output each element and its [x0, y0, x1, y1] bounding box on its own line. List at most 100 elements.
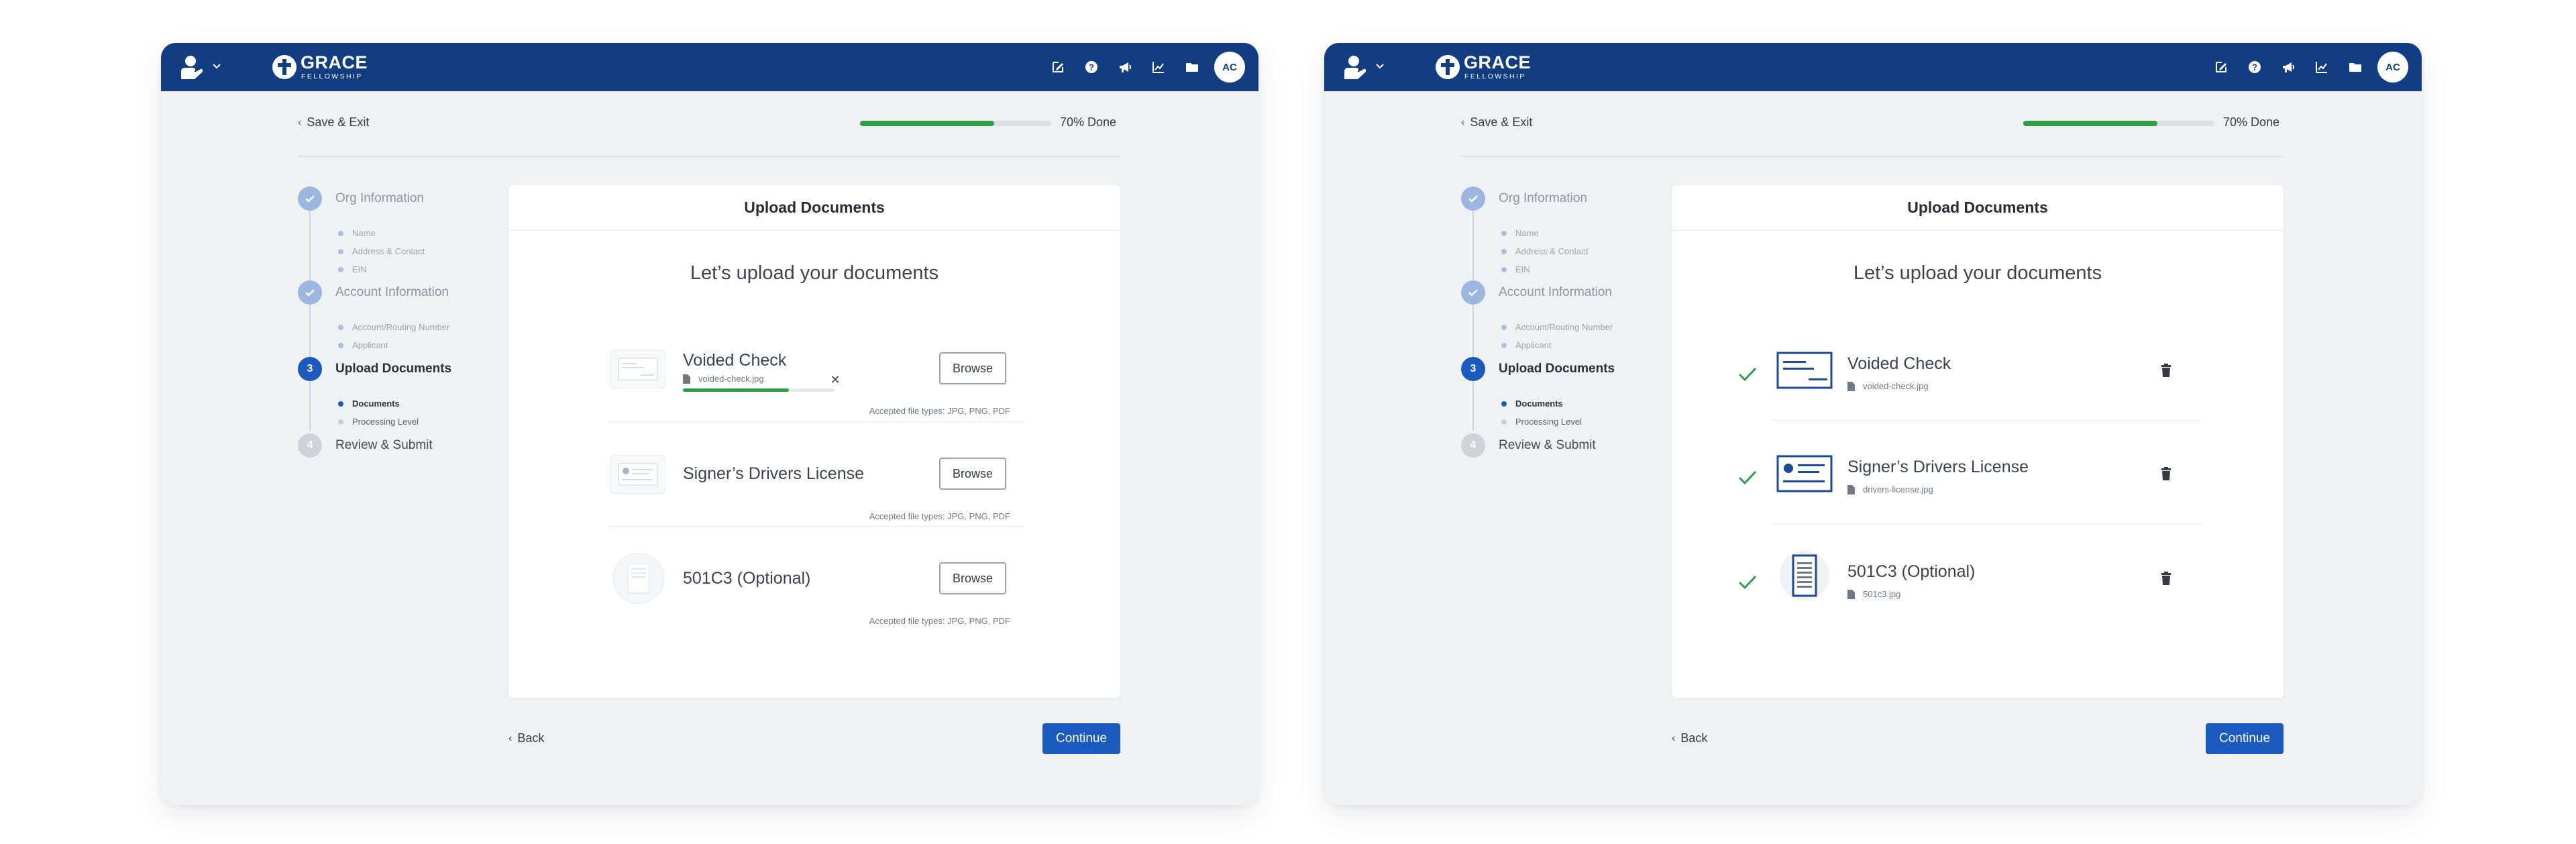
upload-progress-fill: [683, 388, 790, 392]
card-intro: Let’s upload your documents: [1853, 262, 2102, 284]
document-title: Voided Check: [1847, 354, 1951, 373]
back-button[interactable]: ‹ Back: [508, 731, 544, 745]
step-account-information[interactable]: Account Information: [298, 280, 449, 305]
step-account-information[interactable]: Account Information: [1461, 280, 1612, 305]
file-name-label: voided-check.jpg: [698, 374, 764, 384]
progress-fill: [2023, 121, 2157, 126]
step-upload-documents[interactable]: 3 Upload Documents: [298, 357, 451, 381]
svg-text:?: ?: [1089, 62, 1094, 72]
substep-label: Name: [352, 228, 376, 238]
step-label: Account Information: [335, 285, 449, 299]
megaphone-icon[interactable]: [1108, 51, 1142, 83]
step-org-information[interactable]: Org Information: [298, 187, 424, 211]
document-title: 501C3 (Optional): [1847, 562, 1976, 581]
substep-routing[interactable]: Account/Routing Number: [338, 322, 449, 332]
trash-icon[interactable]: [2160, 364, 2172, 377]
logo-subtitle: FELLOWSHIP: [1464, 72, 1526, 81]
row-divider: [1772, 420, 2202, 421]
browse-button[interactable]: Browse: [939, 458, 1006, 490]
step-number: 4: [1461, 433, 1485, 458]
substep-name[interactable]: Name: [1501, 228, 1539, 238]
substep-address[interactable]: Address & Contact: [1501, 246, 1588, 256]
cancel-upload-icon[interactable]: ✕: [829, 374, 841, 386]
step-upload-documents[interactable]: 3 Upload Documents: [1461, 357, 1615, 381]
step-label: Org Information: [1499, 191, 1587, 205]
megaphone-icon[interactable]: [2271, 51, 2305, 83]
step-org-information[interactable]: Org Information: [1461, 187, 1587, 211]
chevron-down-icon[interactable]: [1374, 60, 1386, 72]
substep-processing-level[interactable]: Processing Level: [338, 417, 419, 427]
logo-subtitle: FELLOWSHIP: [301, 72, 363, 81]
substep-applicant[interactable]: Applicant: [338, 340, 388, 350]
chart-icon[interactable]: [2305, 51, 2339, 83]
avatar[interactable]: AC: [1214, 52, 1245, 83]
edit-icon[interactable]: [1041, 51, 1075, 83]
substep-ein[interactable]: EIN: [338, 264, 367, 274]
substep-ein[interactable]: EIN: [1501, 264, 1530, 274]
folder-icon[interactable]: [1175, 51, 1209, 83]
step-label: Org Information: [335, 191, 424, 205]
step-number: 4: [298, 433, 322, 458]
file-name-label: drivers-license.jpg: [1863, 484, 1933, 494]
browse-button[interactable]: Browse: [939, 352, 1006, 384]
check-icon: [1461, 280, 1485, 305]
back-label: Back: [517, 731, 545, 745]
progress-label: 70% Done: [1060, 115, 1117, 129]
back-button[interactable]: ‹ Back: [1672, 731, 1707, 745]
logo-name: GRACE: [1464, 52, 1532, 72]
back-label: Back: [1680, 731, 1708, 745]
success-check-icon: [1738, 575, 1757, 590]
avatar[interactable]: AC: [2377, 52, 2408, 83]
substep-routing[interactable]: Account/Routing Number: [1501, 322, 1613, 332]
folder-icon[interactable]: [2339, 51, 2372, 83]
save-exit-label: Save & Exit: [307, 115, 370, 129]
substep-address[interactable]: Address & Contact: [338, 246, 425, 256]
user-hand-icon[interactable]: [1340, 54, 1367, 81]
file-name: drivers-license.jpg: [1847, 484, 1933, 494]
substep-documents[interactable]: Documents: [1501, 399, 1563, 409]
edit-icon[interactable]: [2204, 51, 2238, 83]
browse-button[interactable]: Browse: [939, 562, 1006, 594]
file-name: 501c3.jpg: [1847, 589, 1900, 599]
save-exit-label: Save & Exit: [1470, 115, 1533, 129]
chevron-left-icon: ‹: [298, 116, 302, 128]
substep-name[interactable]: Name: [338, 228, 376, 238]
accepted-types: Accepted file types: JPG, PNG, PDF: [869, 406, 1010, 416]
check-thumbnail-icon: [1776, 350, 1833, 390]
chevron-down-icon[interactable]: [211, 60, 223, 72]
document-thumbnail-icon: [613, 553, 664, 604]
document-title: Voided Check: [683, 351, 787, 370]
substep-applicant[interactable]: Applicant: [1501, 340, 1551, 350]
user-hand-icon[interactable]: [177, 54, 204, 81]
progress-fill: [860, 121, 994, 126]
continue-button[interactable]: Continue: [1042, 723, 1120, 754]
trash-icon[interactable]: [2160, 467, 2172, 480]
help-icon[interactable]: ?: [1075, 51, 1108, 83]
row-divider: [609, 421, 1025, 422]
file-name-label: voided-check.jpg: [1863, 381, 1929, 391]
chevron-left-icon: ‹: [1461, 116, 1465, 128]
license-thumbnail-icon: [1776, 454, 1833, 494]
card-intro: Let’s upload your documents: [690, 262, 939, 284]
chart-icon[interactable]: [1142, 51, 1175, 83]
trash-icon[interactable]: [2160, 572, 2172, 585]
substep-documents[interactable]: Documents: [338, 399, 400, 409]
substep-processing-level[interactable]: Processing Level: [1501, 417, 1582, 427]
continue-button[interactable]: Continue: [2206, 723, 2284, 754]
step-review-submit[interactable]: 4 Review & Submit: [298, 433, 433, 458]
save-exit-link[interactable]: ‹ Save & Exit: [1461, 115, 1532, 129]
help-icon[interactable]: ?: [2238, 51, 2271, 83]
upload-progress-bar: [683, 388, 835, 392]
step-label: Review & Submit: [335, 438, 433, 452]
accepted-types: Accepted file types: JPG, PNG, PDF: [869, 511, 1010, 521]
row-divider: [1772, 523, 2202, 524]
upload-card: Upload Documents Let’s upload your docum…: [508, 185, 1120, 698]
chevron-left-icon: ‹: [508, 732, 513, 744]
file-icon: [683, 374, 690, 384]
step-review-submit[interactable]: 4 Review & Submit: [1461, 433, 1596, 458]
step-label: Upload Documents: [335, 362, 452, 376]
save-exit-link[interactable]: ‹ Save & Exit: [298, 115, 369, 129]
card-title: Upload Documents: [1672, 185, 2284, 231]
file-icon: [1847, 381, 1855, 391]
stepper-line: [1472, 199, 1474, 431]
